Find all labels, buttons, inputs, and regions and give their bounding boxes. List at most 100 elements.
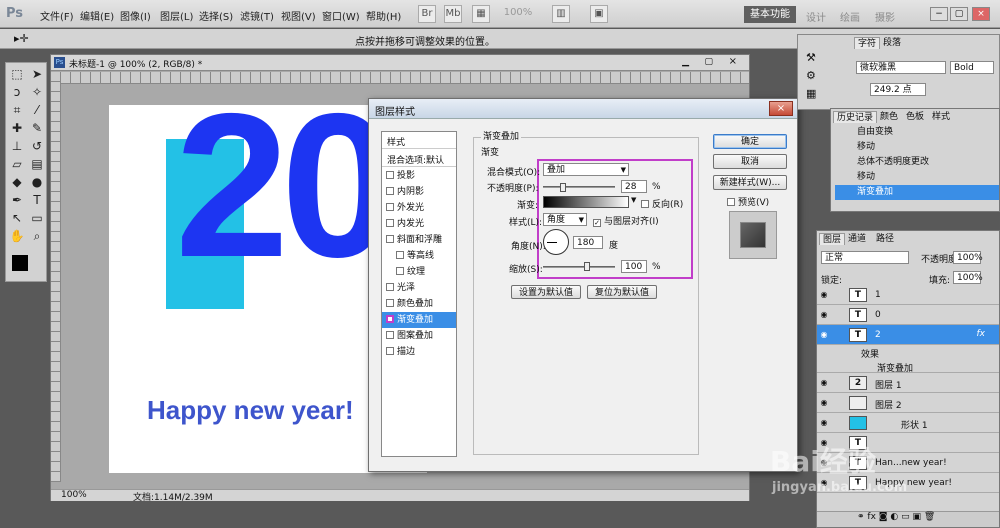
maximize-button[interactable]: ▢: [950, 7, 968, 21]
scale-slider[interactable]: [543, 266, 615, 268]
shape-icon[interactable]: ▭: [29, 210, 45, 226]
effect-gradient-row[interactable]: 渐变叠加: [817, 359, 999, 374]
extras-icon[interactable]: ▦: [472, 5, 490, 23]
history-item-selected[interactable]: 渐变叠加: [835, 185, 999, 200]
opacity-slider-thumb[interactable]: [560, 183, 566, 192]
doc-minimize-icon[interactable]: ▁: [682, 57, 689, 67]
tab-swatches[interactable]: 色板: [903, 111, 927, 123]
fill-input[interactable]: 100%: [953, 271, 983, 284]
style-outer-glow[interactable]: 外发光: [386, 200, 456, 216]
checkbox[interactable]: [386, 187, 394, 195]
workspace-photography[interactable]: 摄影: [875, 9, 895, 24]
arrange-icon[interactable]: ▥: [552, 5, 570, 23]
styles-header[interactable]: 样式: [382, 132, 456, 149]
style-select[interactable]: 角度 ▼: [543, 213, 587, 226]
checkbox[interactable]: [386, 203, 394, 211]
menu-help[interactable]: 帮助(H): [366, 8, 401, 23]
tab-styles[interactable]: 样式: [929, 111, 953, 123]
checkbox[interactable]: [386, 219, 394, 227]
close-button[interactable]: ×: [972, 7, 990, 21]
mask-icon[interactable]: ◙: [879, 512, 888, 522]
style-drop-shadow[interactable]: 投影: [386, 168, 456, 184]
zoom-icon[interactable]: ⌕: [29, 228, 45, 244]
layer-row[interactable]: ◉ T 1: [817, 285, 999, 305]
font-family-select[interactable]: 微软雅黑: [856, 61, 946, 74]
checkbox[interactable]: [396, 251, 404, 259]
layer-blend-select[interactable]: 正常: [821, 251, 909, 264]
eye-icon[interactable]: ◉: [819, 330, 829, 339]
scale-input[interactable]: 100: [621, 260, 647, 273]
menu-image[interactable]: 图像(I): [120, 8, 151, 23]
eye-icon[interactable]: ◉: [819, 290, 829, 299]
menu-layer[interactable]: 图层(L): [160, 8, 193, 23]
doc-close-icon[interactable]: ×: [729, 56, 737, 67]
ok-button[interactable]: 确定: [713, 134, 787, 149]
reverse-option[interactable]: 反向(R): [641, 197, 683, 210]
new-layer-icon[interactable]: ▣: [913, 512, 922, 522]
angle-input[interactable]: 180: [573, 236, 603, 249]
style-stroke[interactable]: 描边: [386, 344, 456, 360]
style-pattern-overlay[interactable]: 图案叠加: [386, 328, 456, 344]
gradient-picker[interactable]: [543, 196, 629, 208]
checkbox[interactable]: [386, 347, 394, 355]
tab-character[interactable]: 字符: [854, 37, 881, 49]
blend-mode-select[interactable]: 叠加 ▼: [543, 163, 629, 176]
checkbox[interactable]: [386, 299, 394, 307]
tab-channels[interactable]: 通道: [845, 233, 869, 245]
menu-edit[interactable]: 编辑(E): [80, 8, 114, 23]
minibridge-icon[interactable]: Mb: [444, 5, 462, 23]
checkbox-checked[interactable]: [386, 315, 394, 323]
history-item[interactable]: 总体不透明度更改: [835, 155, 999, 170]
move-icon[interactable]: ➤: [29, 66, 45, 82]
layer-row[interactable]: ◉ T 0: [817, 305, 999, 325]
menu-select[interactable]: 选择(S): [199, 8, 233, 23]
tab-paragraph[interactable]: 段落: [880, 37, 904, 49]
marquee-icon[interactable]: ⬚: [9, 66, 25, 82]
style-gradient-overlay[interactable]: 渐变叠加: [382, 312, 456, 328]
stamp-icon[interactable]: ⊥: [9, 138, 25, 154]
opacity-slider[interactable]: [543, 186, 615, 188]
effects-row[interactable]: 效果: [817, 345, 999, 360]
checkbox[interactable]: [396, 267, 404, 275]
tab-color[interactable]: 颜色: [877, 111, 901, 123]
history-item[interactable]: 移动: [835, 170, 999, 185]
layer-opacity-input[interactable]: 100%: [953, 251, 983, 264]
checkbox[interactable]: [727, 198, 735, 206]
gradient-icon[interactable]: ▤: [29, 156, 45, 172]
eye-icon[interactable]: ◉: [819, 310, 829, 319]
dialog-close-button[interactable]: ×: [769, 101, 793, 116]
layer-row-selected[interactable]: ◉ T 2 fx: [817, 325, 999, 345]
gradient-dropdown-icon[interactable]: ▼: [631, 196, 636, 204]
history-item[interactable]: 自由变换: [835, 125, 999, 140]
tab-paths[interactable]: 路径: [873, 233, 897, 245]
healing-icon[interactable]: ✚: [9, 120, 25, 136]
ruler-vertical[interactable]: [51, 72, 61, 482]
layer-row[interactable]: ◉ 图层 2: [817, 393, 999, 413]
type-icon[interactable]: T: [29, 192, 45, 208]
eraser-icon[interactable]: ▱: [9, 156, 25, 172]
blend-options-header[interactable]: 混合选项:默认: [382, 150, 456, 167]
menu-filter[interactable]: 滤镜(T): [240, 8, 274, 23]
history-item[interactable]: 移动: [835, 140, 999, 155]
ruler-horizontal[interactable]: [61, 72, 749, 84]
checkbox-checked[interactable]: ✓: [593, 219, 601, 227]
preview-option[interactable]: 预览(V): [727, 195, 769, 208]
folder-icon[interactable]: ▭: [901, 512, 910, 522]
menu-view[interactable]: 视图(V): [281, 8, 316, 23]
tab-layers[interactable]: 图层: [819, 233, 846, 245]
dodge-icon[interactable]: ●: [29, 174, 45, 190]
link-icon[interactable]: ⚭: [857, 512, 865, 522]
workspace-painting[interactable]: 绘画: [840, 9, 860, 24]
crop-icon[interactable]: ⌗: [9, 102, 25, 118]
workspace-design[interactable]: 设计: [806, 9, 826, 24]
checkbox[interactable]: [386, 235, 394, 243]
dialog-titlebar[interactable]: 图层样式 ×: [369, 99, 797, 119]
magic-wand-icon[interactable]: ✧: [29, 84, 45, 100]
set-default-button[interactable]: 设置为默认值: [511, 285, 581, 299]
font-size-input[interactable]: 249.2 点: [870, 83, 926, 96]
lasso-icon[interactable]: ↄ: [9, 84, 25, 100]
style-contour[interactable]: 等高线: [396, 248, 466, 264]
align-with-layer-option[interactable]: ✓ 与图层对齐(I): [593, 214, 659, 227]
blur-icon[interactable]: ◆: [9, 174, 25, 190]
angle-dial[interactable]: [543, 229, 569, 255]
